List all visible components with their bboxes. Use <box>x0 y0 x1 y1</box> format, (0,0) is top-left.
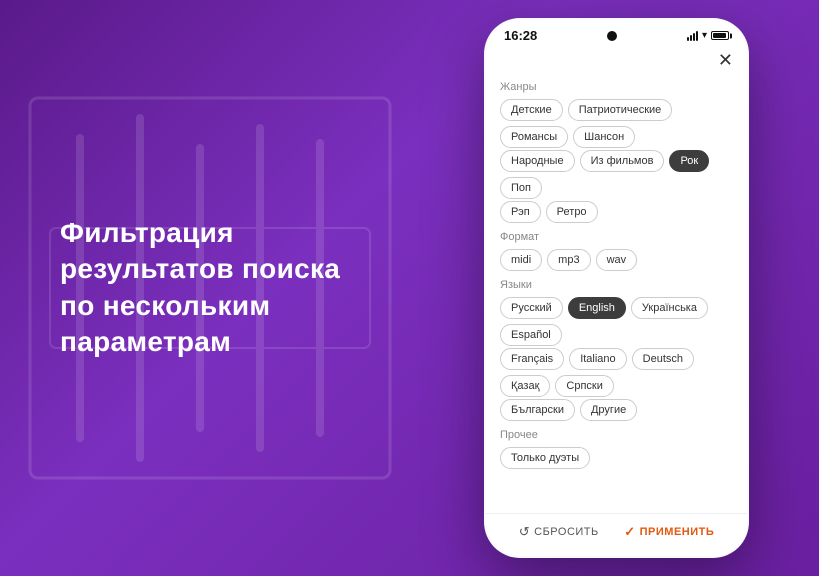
format-label: Формат <box>500 231 733 243</box>
reset-label: СБРОСИТЬ <box>534 526 599 538</box>
signal-icon <box>687 31 698 41</box>
genres-tags-row-3: Рэп Ретро <box>500 201 733 223</box>
tag-mp3[interactable]: mp3 <box>547 249 590 271</box>
filter-content: Жанры Детские Патриотические Романсы Шан… <box>486 71 747 513</box>
languages-tags-row-1: Русский English Українська Español <box>500 297 733 346</box>
genres-tags-row-2: Народные Из фильмов Рок Поп <box>500 150 733 199</box>
tag-только-дуэты[interactable]: Только дуэты <box>500 447 590 469</box>
genres-label: Жанры <box>500 81 733 93</box>
format-section: Формат midi mp3 wav <box>500 231 733 271</box>
tag-народные[interactable]: Народные <box>500 150 575 172</box>
close-row: ✕ <box>486 47 747 71</box>
hero-line2: результатов поиска <box>60 254 340 285</box>
reset-button[interactable]: ↺ СБРОСИТЬ <box>519 524 599 540</box>
tag-български[interactable]: Български <box>500 399 575 421</box>
tag-italiano[interactable]: Italiano <box>569 348 626 370</box>
other-label: Прочее <box>500 429 733 441</box>
tag-другие[interactable]: Другие <box>580 399 637 421</box>
status-icons: ▾ <box>687 30 729 41</box>
tag-патриотические[interactable]: Патриотические <box>568 99 673 121</box>
apply-icon: ✓ <box>624 524 635 540</box>
tag-deutsch[interactable]: Deutsch <box>632 348 694 370</box>
hero-line1: Фильтрация <box>60 217 234 248</box>
phone-frame: 16:28 ▾ ✕ Жанры <box>484 18 749 558</box>
tag-детские[interactable]: Детские <box>500 99 563 121</box>
other-section: Прочее Только дуэты <box>500 429 733 469</box>
tag-français[interactable]: Français <box>500 348 564 370</box>
tag-русский[interactable]: Русский <box>500 297 563 319</box>
languages-tags-row-3: Български Другие <box>500 399 733 421</box>
tag-српски[interactable]: Српски <box>555 375 613 397</box>
tag-из-фильмов[interactable]: Из фильмов <box>580 150 665 172</box>
bottom-bar: ↺ СБРОСИТЬ ✓ ПРИМЕНИТЬ <box>486 513 747 556</box>
apply-button[interactable]: ✓ ПРИМЕНИТЬ <box>624 524 714 540</box>
languages-section: Языки Русский English Українська Español… <box>500 279 733 421</box>
other-tags-row: Только дуэты <box>500 447 733 469</box>
tag-романсы[interactable]: Романсы <box>500 126 568 148</box>
format-tags-row: midi mp3 wav <box>500 249 733 271</box>
tag-рок[interactable]: Рок <box>669 150 709 172</box>
languages-label: Языки <box>500 279 733 291</box>
tag-midi[interactable]: midi <box>500 249 542 271</box>
status-time: 16:28 <box>504 28 537 43</box>
wifi-icon: ▾ <box>702 30 707 41</box>
notch-icon <box>607 31 617 41</box>
battery-icon <box>711 31 729 40</box>
tag-wav[interactable]: wav <box>596 249 638 271</box>
tag-поп[interactable]: Поп <box>500 177 542 199</box>
tag-українська[interactable]: Українська <box>631 297 708 319</box>
phone-screen: 16:28 ▾ ✕ Жанры <box>486 20 747 556</box>
genres-tags-row-1: Детские Патриотические Романсы Шансон <box>500 99 733 148</box>
tag-español[interactable]: Español <box>500 324 562 346</box>
apply-label: ПРИМЕНИТЬ <box>640 526 715 538</box>
close-button[interactable]: ✕ <box>718 51 733 69</box>
tag-ретро[interactable]: Ретро <box>546 201 598 223</box>
tag-рэп[interactable]: Рэп <box>500 201 541 223</box>
reset-icon: ↺ <box>519 524 530 540</box>
hero-line4: параметрам <box>60 326 231 357</box>
hero-line3: по нескольким <box>60 290 270 321</box>
languages-tags-row-2: Français Italiano Deutsch Қазақ Српски <box>500 348 733 397</box>
tag-шансон[interactable]: Шансон <box>573 126 635 148</box>
genres-section: Жанры Детские Патриотические Романсы Шан… <box>500 81 733 223</box>
hero-text: Фильтрация результатов поиска по несколь… <box>60 215 360 361</box>
tag-english[interactable]: English <box>568 297 626 319</box>
status-bar: 16:28 ▾ <box>486 20 747 47</box>
tag-қазақ[interactable]: Қазақ <box>500 375 550 397</box>
